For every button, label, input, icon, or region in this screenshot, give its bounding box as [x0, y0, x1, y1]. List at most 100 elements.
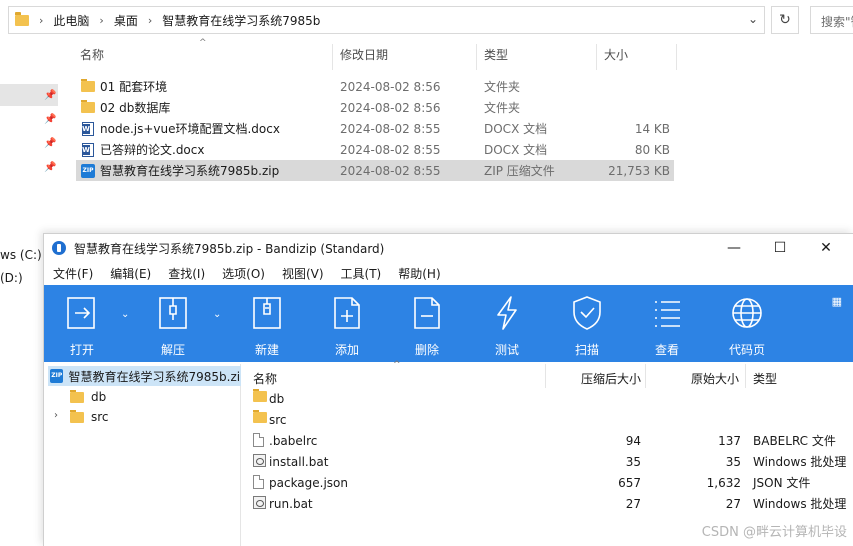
address-bar[interactable]: › 此电脑 › 桌面 › 智慧教育在线学习系统7985b ⌄ — [8, 6, 765, 34]
breadcrumb-desktop[interactable]: 桌面 — [114, 12, 138, 29]
file-type: 文件夹 — [484, 101, 521, 115]
column-header-name[interactable]: 名称 — [80, 46, 104, 68]
entry-compressed-size: 657 — [618, 475, 641, 490]
pin-icon: 📌 — [44, 114, 57, 125]
sort-ascending-icon: ^ — [393, 360, 401, 370]
search-input[interactable]: 搜索"智 — [810, 6, 853, 34]
view-button[interactable]: 查看 — [632, 285, 702, 362]
maximize-button[interactable]: ☐ — [757, 234, 803, 262]
menu-tools[interactable]: 工具(T) — [332, 265, 390, 282]
refresh-icon: ↻ — [779, 12, 791, 28]
chevron-down-icon[interactable]: ⌄ — [748, 12, 758, 26]
new-archive-button[interactable]: 新建 — [232, 285, 302, 362]
archive-entry-row[interactable]: .babelrc 94 137 BABELRC 文件 — [249, 430, 853, 451]
menu-file[interactable]: 文件(F) — [44, 265, 101, 282]
column-header-type[interactable]: 类型 — [484, 46, 508, 68]
menu-bar: 文件(F) 编辑(E) 查找(I) 选项(O) 视图(V) 工具(T) 帮助(H… — [44, 262, 853, 284]
file-date: 2024-08-02 8:55 — [340, 121, 441, 136]
file-row[interactable]: 01 配套环境 2024-08-02 8:56 文件夹 — [76, 76, 674, 97]
add-button[interactable]: 添加 — [312, 285, 382, 362]
codepage-button[interactable]: 代码页 — [712, 285, 782, 362]
minimize-button[interactable]: — — [711, 234, 757, 262]
folder-icon — [253, 410, 267, 423]
file-row[interactable]: 02 db数据库 2024-08-02 8:56 文件夹 — [76, 97, 674, 118]
entry-compressed-size: 94 — [625, 433, 641, 448]
archive-entry-row[interactable]: db — [249, 388, 853, 409]
breadcrumb-current-folder[interactable]: 智慧教育在线学习系统7985b — [162, 12, 320, 29]
menu-options[interactable]: 选项(O) — [213, 265, 273, 282]
tree-node-src[interactable]: src — [70, 407, 109, 427]
column-divider[interactable] — [332, 44, 333, 70]
refresh-button[interactable]: ↻ — [771, 6, 799, 34]
archive-tree: ZIP 智慧教育在线学习系统7985b.zip db › src — [44, 364, 241, 546]
column-divider[interactable] — [745, 364, 746, 388]
file-row[interactable]: node.js+vue环境配置文档.docx 2024-08-02 8:55 D… — [76, 118, 674, 139]
bat-icon — [253, 496, 266, 509]
delete-file-icon — [414, 297, 440, 329]
menu-view[interactable]: 视图(V) — [273, 265, 332, 282]
archive-entry-row[interactable]: src — [249, 409, 853, 430]
nav-drive-c[interactable]: ws (C:) — [0, 248, 42, 262]
extract-icon — [159, 297, 187, 329]
archive-entry-row[interactable]: run.bat 27 27 Windows 批处理 — [249, 493, 853, 514]
chevron-down-icon[interactable]: ⌄ — [213, 309, 221, 320]
chevron-right-icon[interactable]: › — [54, 410, 58, 421]
file-type: 文件夹 — [484, 80, 521, 94]
file-name: 已答辩的论文.docx — [100, 143, 205, 157]
pin-icon: 📌 — [44, 90, 57, 101]
toolbar-label: 扫描 — [574, 343, 599, 357]
entry-original-size: 27 — [725, 496, 741, 511]
menu-find[interactable]: 查找(I) — [159, 265, 213, 282]
entry-type: Windows 批处理 — [753, 455, 847, 469]
entry-original-size: 35 — [725, 454, 741, 469]
delete-button[interactable]: 删除 — [392, 285, 462, 362]
column-header-type[interactable]: 类型 — [753, 370, 777, 387]
file-name: node.js+vue环境配置文档.docx — [100, 122, 280, 136]
column-divider[interactable] — [476, 44, 477, 70]
bandizip-app-icon — [52, 241, 66, 255]
chevron-down-icon[interactable]: ⌄ — [121, 309, 129, 320]
file-row[interactable]: 已答辩的论文.docx 2024-08-02 8:55 DOCX 文档 80 K… — [76, 139, 674, 160]
menu-edit[interactable]: 编辑(E) — [101, 265, 159, 282]
open-button[interactable]: 打开 — [47, 285, 117, 362]
open-icon — [67, 297, 95, 329]
test-button[interactable]: 测试 — [472, 285, 542, 362]
entry-name: db — [269, 391, 285, 406]
column-header-date[interactable]: 修改日期 — [340, 46, 388, 68]
column-header-original-size[interactable]: 原始大小 — [691, 370, 739, 387]
column-header-compressed-size[interactable]: 压缩后大小 — [581, 370, 641, 387]
column-divider[interactable] — [545, 364, 546, 388]
title-bar[interactable]: 智慧教育在线学习系统7985b.zip - Bandizip (Standard… — [44, 234, 853, 262]
sort-ascending-icon: ^ — [199, 38, 207, 48]
column-divider[interactable] — [596, 44, 597, 70]
breadcrumb-this-pc[interactable]: 此电脑 — [53, 12, 89, 29]
entry-name: .babelrc — [269, 433, 318, 448]
folder-icon — [253, 389, 267, 402]
column-divider[interactable] — [645, 364, 646, 388]
entry-name: src — [269, 412, 287, 427]
file-row-selected[interactable]: ZIP 智慧教育在线学习系统7985b.zip 2024-08-02 8:55 … — [76, 160, 674, 181]
entry-original-size: 137 — [718, 433, 741, 448]
tree-node-label: db — [91, 390, 107, 404]
tree-root-archive[interactable]: ZIP 智慧教育在线学习系统7985b.zip — [48, 366, 241, 386]
entry-type: JSON 文件 — [753, 476, 811, 490]
watermark-text: CSDN @畔云计算机毕设 — [701, 525, 847, 540]
tree-node-db[interactable]: db — [70, 387, 106, 407]
file-date: 2024-08-02 8:55 — [340, 163, 441, 178]
entry-name: run.bat — [269, 496, 313, 511]
file-type: DOCX 文档 — [484, 143, 548, 157]
column-header-name[interactable]: 名称 — [253, 370, 277, 387]
nav-drive-d[interactable]: (D:) — [0, 271, 23, 285]
extract-button[interactable]: 解压 — [138, 285, 208, 362]
archive-entry-row[interactable]: package.json 657 1,632 JSON 文件 — [249, 472, 853, 493]
scan-button[interactable]: 扫描 — [552, 285, 622, 362]
column-header-size[interactable]: 大小 — [604, 46, 628, 68]
close-button[interactable]: ✕ — [803, 234, 849, 262]
archive-entry-row[interactable]: install.bat 35 35 Windows 批处理 — [249, 451, 853, 472]
chevron-right-icon: › — [39, 13, 44, 27]
column-divider[interactable] — [676, 44, 677, 70]
menu-help[interactable]: 帮助(H) — [389, 265, 448, 282]
docx-icon — [82, 142, 94, 157]
layout-grid-icon[interactable]: ▦ — [832, 295, 842, 308]
tree-root-label: 智慧教育在线学习系统7985b.zip — [68, 369, 241, 384]
